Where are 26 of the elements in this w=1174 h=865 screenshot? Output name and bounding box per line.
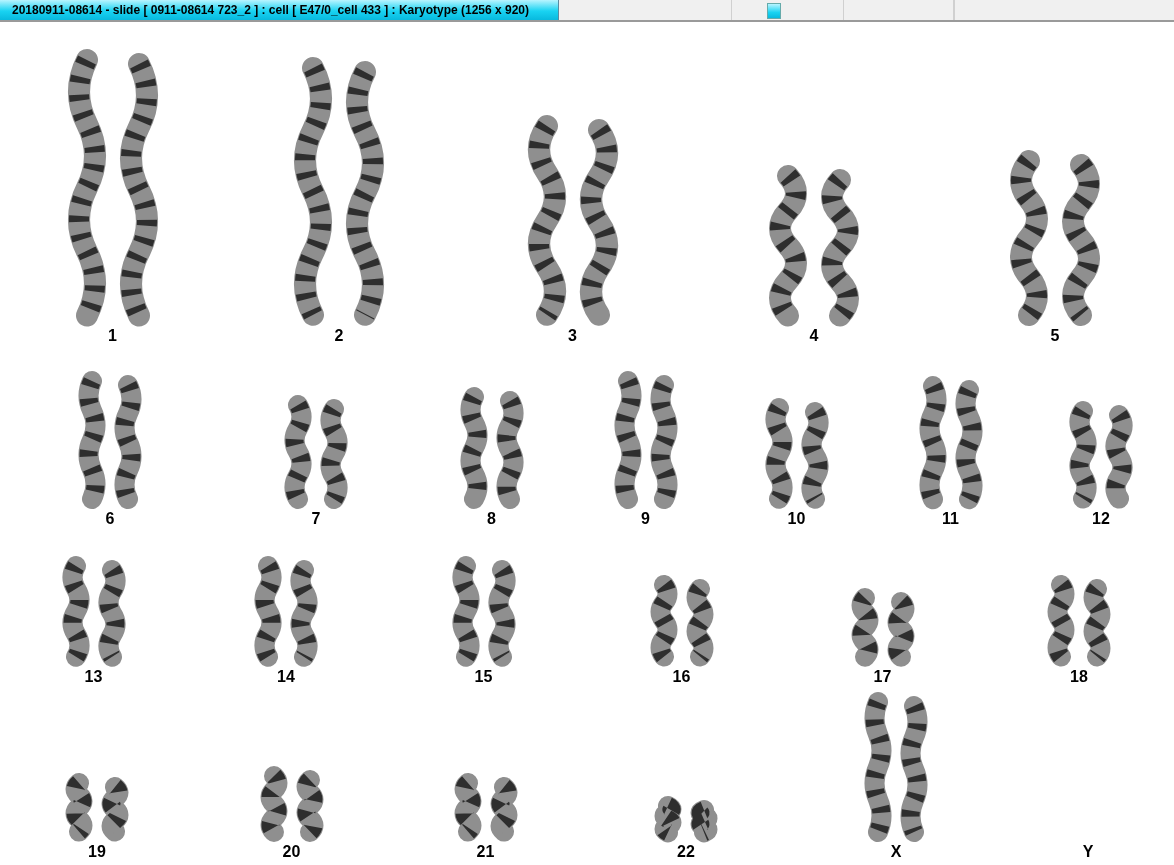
chromosome-label: 6 <box>105 510 115 529</box>
window-title: 20180911-08614 - slide [ 0911-08614 723_2 ] : cell [ E47/0_cell 433 ] : Karyotype (1256 x 920) <box>0 0 559 20</box>
chromosome-label: X <box>890 843 902 862</box>
chromosome-label: 15 <box>474 668 493 687</box>
chromosome-label: 21 <box>476 843 495 862</box>
chromosome-label: 1 <box>108 327 117 346</box>
chromosome-label: 14 <box>277 668 295 687</box>
chromosome-label: 9 <box>641 510 650 529</box>
chromosome-label: 3 <box>568 327 577 346</box>
chromosome-label: 20 <box>282 843 301 862</box>
chromosome-label: 13 <box>84 668 103 687</box>
chromosome-label: 18 <box>1070 668 1088 687</box>
chromosome-label: 19 <box>88 843 106 862</box>
chromosome-label: 4 <box>809 327 819 346</box>
chromosome-label: 2 <box>334 327 344 346</box>
chromosome-label: 7 <box>311 510 321 529</box>
chromosome-label: 8 <box>487 510 496 529</box>
chromosome-label: 10 <box>787 510 806 529</box>
chromosome-label: 17 <box>873 668 892 687</box>
chromosome-label: 22 <box>677 843 695 862</box>
chromosome-label: 11 <box>942 510 959 529</box>
chromosome-label: 5 <box>1050 327 1060 346</box>
chromosome-label: 12 <box>1092 510 1110 529</box>
chromosome-label: 16 <box>672 668 691 687</box>
chromosome-label: Y <box>1082 843 1094 862</box>
title-bar-marker-icon <box>767 3 781 19</box>
